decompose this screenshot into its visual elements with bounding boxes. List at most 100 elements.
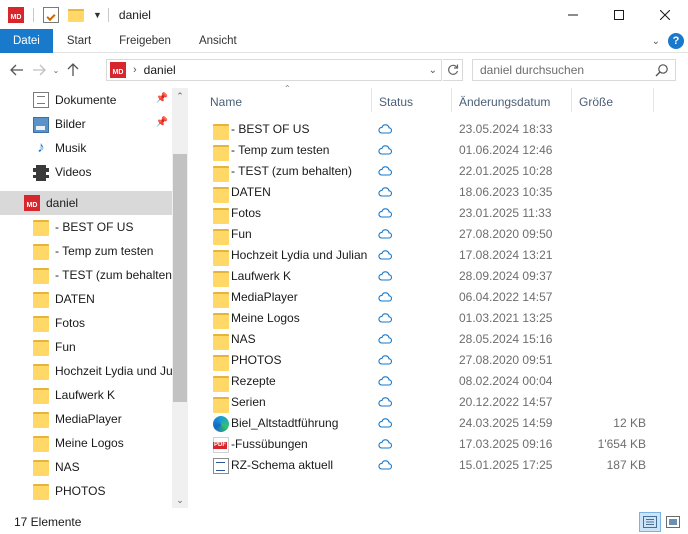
column-divider[interactable] bbox=[653, 88, 654, 112]
nav-folder-item[interactable]: NAS bbox=[0, 455, 172, 479]
file-row[interactable]: -Fussübungen 17.03.2025 09:16 1'654 KB bbox=[196, 434, 656, 455]
file-row[interactable]: - BEST OF US 23.05.2024 18:33 bbox=[196, 119, 656, 140]
properties-icon[interactable] bbox=[43, 6, 59, 23]
tab-home[interactable]: Start bbox=[53, 29, 105, 53]
file-row[interactable]: Rezepte 08.02.2024 00:04 bbox=[196, 371, 656, 392]
recent-locations-chevron-icon[interactable]: ⌄ bbox=[50, 59, 62, 81]
nav-item-label: Musik bbox=[55, 141, 87, 155]
file-row[interactable]: Serien 20.12.2022 14:57 bbox=[196, 392, 656, 413]
nav-item-daniel[interactable]: MD daniel bbox=[0, 191, 172, 215]
file-name: Laufwerk K bbox=[231, 269, 292, 283]
folder-icon bbox=[33, 292, 49, 308]
back-button[interactable] bbox=[6, 59, 28, 81]
file-row[interactable]: PHOTOS 27.08.2020 09:51 bbox=[196, 350, 656, 371]
folder-icon bbox=[213, 397, 229, 413]
navigation-pane: Dokumente 📌 Bilder 📌 ♪ Musik Videos MD d… bbox=[0, 88, 188, 508]
breadcrumb-current[interactable]: daniel bbox=[144, 63, 176, 77]
address-bar[interactable]: MD › daniel ⌄ bbox=[106, 59, 442, 81]
file-name: Rezepte bbox=[231, 374, 276, 388]
help-icon[interactable]: ? bbox=[668, 33, 684, 49]
edge-html-icon bbox=[213, 416, 229, 432]
search-input[interactable]: daniel durchsuchen bbox=[472, 59, 676, 81]
nav-item-music[interactable]: ♪ Musik bbox=[0, 136, 172, 160]
pin-icon[interactable]: 📌 bbox=[156, 117, 168, 128]
scroll-up-chevron-icon[interactable]: ⌃ bbox=[172, 88, 188, 104]
window-controls bbox=[550, 0, 688, 29]
videos-icon bbox=[33, 164, 49, 181]
pin-icon[interactable]: 📌 bbox=[156, 93, 168, 104]
nav-item-pictures[interactable]: Bilder 📌 bbox=[0, 112, 172, 136]
column-header-size[interactable]: Größe bbox=[579, 91, 613, 113]
file-row[interactable]: DATEN 18.06.2023 10:35 bbox=[196, 182, 656, 203]
md-folder-icon: MD bbox=[110, 62, 126, 78]
nav-folder-item[interactable]: DATEN bbox=[0, 287, 172, 311]
nav-item-label: daniel bbox=[46, 196, 79, 210]
nav-folder-item[interactable]: Fun bbox=[0, 335, 172, 359]
breadcrumb-chevron-icon[interactable]: › bbox=[133, 64, 137, 76]
file-row[interactable]: RZ-Schema aktuell 15.01.2025 17:25 187 KB bbox=[196, 455, 656, 476]
folder-icon bbox=[213, 355, 229, 371]
column-header-date[interactable]: Änderungsdatum bbox=[459, 91, 550, 113]
file-date: 06.04.2022 14:57 bbox=[459, 290, 553, 304]
nav-item-videos[interactable]: Videos bbox=[0, 160, 172, 184]
folder-icon bbox=[213, 292, 229, 308]
customize-toolbar-chevron-icon[interactable]: ▼ bbox=[93, 10, 102, 20]
close-button[interactable] bbox=[642, 0, 688, 29]
new-folder-icon[interactable] bbox=[68, 9, 84, 22]
minimize-button[interactable] bbox=[550, 0, 596, 29]
tab-share[interactable]: Freigeben bbox=[105, 29, 185, 53]
file-row[interactable]: Laufwerk K 28.09.2024 09:37 bbox=[196, 266, 656, 287]
nav-folder-item[interactable]: - BEST OF US bbox=[0, 215, 172, 239]
file-row[interactable]: Fun 27.08.2020 09:50 bbox=[196, 224, 656, 245]
nav-folder-item[interactable]: Hochzeit Lydia und Jul bbox=[0, 359, 172, 383]
maximize-button[interactable] bbox=[596, 0, 642, 29]
file-row[interactable]: NAS 28.05.2024 15:16 bbox=[196, 329, 656, 350]
column-divider[interactable] bbox=[371, 88, 372, 112]
large-icons-view-button[interactable] bbox=[662, 512, 684, 532]
details-view-icon bbox=[643, 516, 657, 528]
address-dropdown-chevron-icon[interactable]: ⌄ bbox=[429, 65, 437, 76]
cloud-status-icon bbox=[378, 271, 392, 281]
scroll-thumb[interactable] bbox=[173, 154, 187, 402]
details-view-button[interactable] bbox=[639, 512, 661, 532]
file-size: 1'654 KB bbox=[597, 437, 646, 451]
refresh-button[interactable] bbox=[443, 59, 463, 81]
nav-folder-item[interactable]: - TEST (zum behalten) bbox=[0, 263, 172, 287]
nav-scrollbar[interactable]: ⌃ ⌄ bbox=[172, 88, 188, 508]
column-divider[interactable] bbox=[571, 88, 572, 112]
up-button[interactable] bbox=[62, 59, 84, 81]
file-name: NAS bbox=[231, 332, 256, 346]
file-row[interactable]: - Temp zum testen 01.06.2024 12:46 bbox=[196, 140, 656, 161]
folder-icon bbox=[213, 250, 229, 266]
tab-file[interactable]: Datei bbox=[0, 28, 53, 53]
folder-icon bbox=[33, 484, 49, 500]
nav-item-label: DATEN bbox=[55, 292, 95, 306]
nav-folder-item[interactable]: Fotos bbox=[0, 311, 172, 335]
file-row[interactable]: - TEST (zum behalten) 22.01.2025 10:28 bbox=[196, 161, 656, 182]
folder-icon bbox=[213, 313, 229, 329]
scroll-down-chevron-icon[interactable]: ⌄ bbox=[172, 492, 188, 508]
forward-button[interactable] bbox=[28, 59, 50, 81]
column-header-status[interactable]: Status bbox=[379, 91, 413, 113]
cloud-status-icon bbox=[378, 208, 392, 218]
file-row[interactable]: Fotos 23.01.2025 11:33 bbox=[196, 203, 656, 224]
nav-folder-item[interactable]: Laufwerk K bbox=[0, 383, 172, 407]
file-name: Serien bbox=[231, 395, 266, 409]
file-row[interactable]: Biel_Altstadtführung 24.03.2025 14:59 12 K… bbox=[196, 413, 656, 434]
app-logo-icon[interactable]: MD bbox=[8, 6, 24, 23]
nav-folder-item[interactable]: Meine Logos bbox=[0, 431, 172, 455]
file-row[interactable]: Hochzeit Lydia und Julian 17.08.2024 13:2… bbox=[196, 245, 656, 266]
file-date: 18.06.2023 10:35 bbox=[459, 185, 553, 199]
nav-item-documents[interactable]: Dokumente 📌 bbox=[0, 88, 172, 112]
nav-folder-item[interactable]: PHOTOS bbox=[0, 479, 172, 503]
column-header-name[interactable]: Name bbox=[210, 91, 242, 113]
file-row[interactable]: Meine Logos 01.03.2021 13:25 bbox=[196, 308, 656, 329]
nav-folder-item[interactable]: - Temp zum testen bbox=[0, 239, 172, 263]
tab-view[interactable]: Ansicht bbox=[185, 29, 251, 53]
cloud-status-icon bbox=[378, 313, 392, 323]
file-row[interactable]: MediaPlayer 06.04.2022 14:57 bbox=[196, 287, 656, 308]
nav-folder-item[interactable]: MediaPlayer bbox=[0, 407, 172, 431]
search-icon[interactable] bbox=[655, 63, 669, 77]
expand-ribbon-chevron-icon[interactable]: ⌄ bbox=[652, 36, 660, 47]
column-divider[interactable] bbox=[451, 88, 452, 112]
